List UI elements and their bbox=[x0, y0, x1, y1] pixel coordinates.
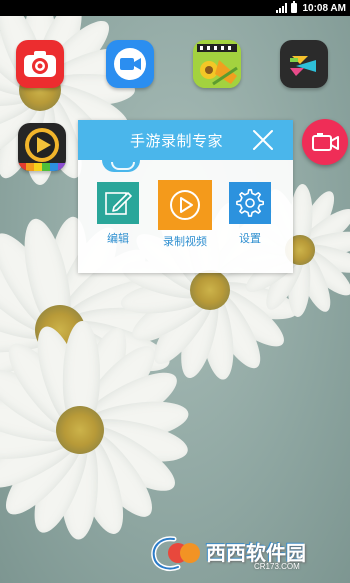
film-strip-icon bbox=[193, 40, 241, 88]
edit-icon bbox=[105, 192, 132, 215]
watermark: 西西软件园 CR173.COM bbox=[148, 533, 338, 573]
app-icon-screen-recorder-red[interactable] bbox=[16, 40, 64, 88]
recorder-panel: 手游录制专家 编辑 录制视频 设置 bbox=[78, 120, 293, 273]
status-time: 10:08 AM bbox=[302, 2, 346, 14]
record-camera-icon bbox=[312, 133, 339, 151]
video-camera-icon bbox=[114, 48, 146, 80]
panel-header: 手游录制专家 bbox=[78, 120, 293, 160]
panel-pull-tab[interactable] bbox=[102, 160, 140, 172]
record-video-button[interactable]: 录制视频 bbox=[156, 180, 214, 249]
app-icon-video-player-gold[interactable] bbox=[18, 123, 66, 171]
app-icon-video-player-dark[interactable] bbox=[280, 40, 328, 88]
status-bar: 10:08 AM bbox=[0, 0, 350, 16]
signal-icon bbox=[276, 3, 288, 13]
watermark-logo-icon bbox=[151, 536, 200, 572]
panel-title: 手游录制专家 bbox=[130, 132, 224, 150]
play-icon bbox=[290, 56, 316, 76]
close-button[interactable] bbox=[248, 126, 278, 154]
edit-tile bbox=[97, 182, 139, 224]
settings-label: 设置 bbox=[239, 232, 261, 245]
record-video-label: 录制视频 bbox=[163, 235, 207, 248]
gear-icon bbox=[236, 188, 264, 217]
play-circle-icon bbox=[18, 128, 66, 171]
play-icon bbox=[170, 190, 200, 220]
close-icon bbox=[253, 130, 273, 150]
floating-record-button[interactable] bbox=[302, 119, 348, 165]
record-video-tile bbox=[158, 180, 212, 230]
settings-tile bbox=[229, 182, 271, 224]
watermark-subtext: CR173.COM bbox=[254, 562, 300, 571]
edit-label: 编辑 bbox=[107, 232, 129, 245]
app-icon-video-call-blue[interactable] bbox=[106, 40, 154, 88]
edit-button[interactable]: 编辑 bbox=[92, 182, 144, 246]
app-icon-film-editor-green[interactable] bbox=[193, 40, 241, 88]
battery-icon bbox=[291, 1, 298, 13]
settings-button[interactable]: 设置 bbox=[224, 182, 276, 246]
camera-icon bbox=[24, 51, 56, 77]
